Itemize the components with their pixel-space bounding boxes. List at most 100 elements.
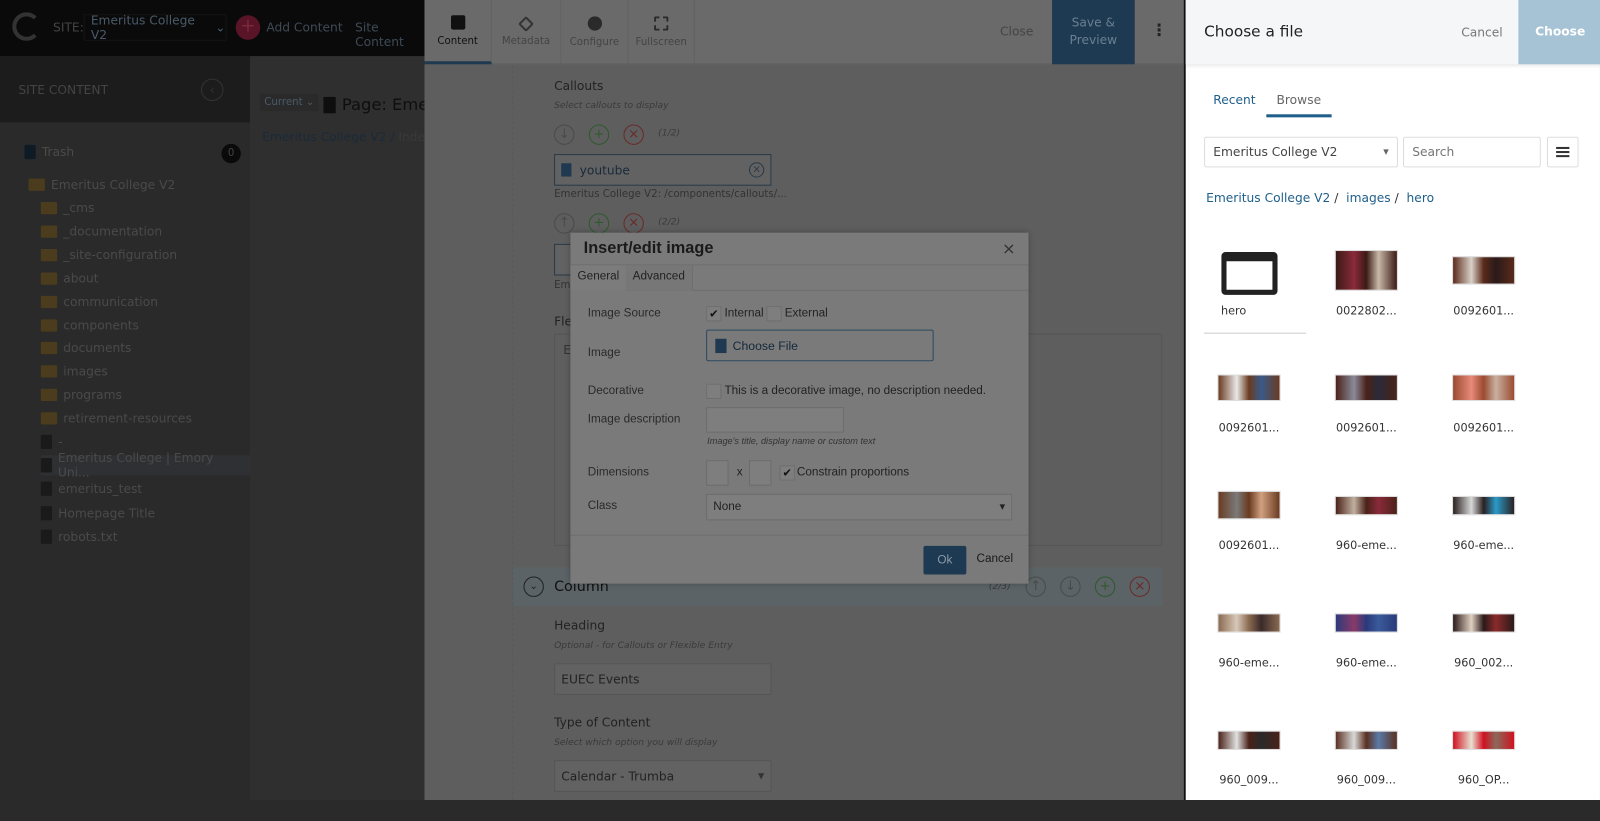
tree-folder[interactable]: programs <box>40 385 122 405</box>
tree-folder[interactable]: _site-configuration <box>40 245 177 265</box>
type-select[interactable]: Calendar - Trumba ▼ <box>554 760 772 792</box>
external-checkbox[interactable] <box>766 306 782 322</box>
choose-button[interactable]: Choose <box>1518 0 1600 65</box>
tree-folder[interactable]: about <box>40 268 99 288</box>
image-thumbnail <box>1452 374 1516 402</box>
tab-advanced[interactable]: Advanced <box>625 265 694 291</box>
decorative-text: This is a decorative image, no descripti… <box>724 384 987 397</box>
site-selector[interactable]: Emeritus College V2 ⌄ <box>83 13 227 42</box>
folder-icon <box>40 365 58 378</box>
internal-checkbox[interactable]: ✔ <box>706 306 722 322</box>
image-thumbnail <box>1452 256 1516 285</box>
collapse-sidebar-button[interactable]: ‹ <box>201 78 224 102</box>
description-label: Image description <box>587 413 681 426</box>
tree-folder[interactable]: _cms <box>40 198 94 218</box>
constrain-checkbox[interactable]: ✔ <box>779 465 795 481</box>
tree-folder[interactable]: communication <box>40 291 158 311</box>
tree-file[interactable]: Homepage Title <box>40 503 155 523</box>
save-preview-button[interactable]: Save & Preview <box>1052 0 1135 65</box>
tab-metadata[interactable]: Metadata <box>492 0 562 65</box>
trash-count-badge: 0 <box>221 143 241 164</box>
chooser-cancel-button[interactable]: Cancel <box>1461 26 1502 40</box>
tree-root[interactable]: Emeritus College V2 <box>28 174 176 194</box>
more-options-icon[interactable]: ⋮ <box>1151 20 1167 39</box>
dropdown-caret-icon: ▼ <box>999 503 1006 512</box>
tree-folder[interactable]: documents <box>40 338 131 358</box>
search-input[interactable] <box>1403 136 1541 168</box>
tab-fullscreen[interactable]: Fullscreen <box>629 0 695 65</box>
gear-icon <box>587 16 602 31</box>
add-icon[interactable]: + <box>588 124 610 145</box>
callouts-hint: Select callouts to display <box>554 101 669 112</box>
logo-icon[interactable] <box>12 12 41 41</box>
tree-folder[interactable]: _documentation <box>40 221 162 241</box>
close-icon[interactable]: × <box>1002 239 1016 258</box>
image-thumbnail <box>1334 730 1398 750</box>
tree-file[interactable]: Emeritus College | Emory Uni... <box>40 451 250 480</box>
move-down-icon[interactable]: ↓ <box>1060 576 1081 597</box>
folder-icon <box>40 225 58 238</box>
add-icon[interactable]: + <box>588 213 610 234</box>
file-name: 960_OP... <box>1457 773 1510 787</box>
version-select[interactable]: Current ⌄ <box>260 93 319 112</box>
remove-icon[interactable]: × <box>623 213 644 234</box>
file-icon <box>40 529 53 544</box>
file-name: 0092601... <box>1453 421 1515 435</box>
image-description-input[interactable] <box>706 407 844 433</box>
tree-file[interactable]: emeritus_test <box>40 479 142 499</box>
list-view-button[interactable] <box>1546 136 1579 168</box>
close-button[interactable]: Close <box>1000 24 1033 38</box>
tree-folder[interactable]: retirement-resources <box>40 408 192 428</box>
height-input[interactable] <box>748 460 772 486</box>
file-icon <box>40 434 53 449</box>
ok-button[interactable]: Ok <box>923 545 967 575</box>
folder-icon <box>40 388 58 402</box>
tab-recent[interactable]: Recent <box>1213 93 1255 107</box>
collapse-icon[interactable]: ⌄ <box>523 576 544 597</box>
tree-file[interactable]: robots.txt <box>40 526 118 546</box>
top-nav-bar: SITE: Emeritus College V2 ⌄ + Add Conten… <box>0 0 425 57</box>
folder-icon <box>40 272 58 285</box>
add-content-button[interactable]: + Add Content <box>235 15 343 40</box>
heading-label: Heading <box>554 618 606 633</box>
internal-label: Internal <box>724 307 764 320</box>
remove-icon[interactable]: × <box>623 124 644 145</box>
remove-item-icon[interactable]: × <box>748 162 765 178</box>
add-icon[interactable]: + <box>1094 576 1116 597</box>
move-down-icon[interactable]: ↓ <box>554 124 575 145</box>
tree-folder[interactable]: components <box>40 315 139 335</box>
heading-input[interactable]: EUEC Events <box>554 663 772 695</box>
image-thumbnail <box>1217 612 1281 633</box>
sidebar: SITE CONTENT ‹ Trash 0 Emeritus College … <box>0 56 250 800</box>
decorative-checkbox[interactable] <box>706 383 722 399</box>
file-name: 960-eme... <box>1335 538 1397 553</box>
tree-file[interactable]: - <box>40 432 63 452</box>
tab-configure[interactable]: Configure <box>561 0 629 65</box>
sidebar-title: SITE CONTENT <box>18 82 109 97</box>
callout-item[interactable]: youtube × <box>554 154 772 186</box>
tab-general[interactable]: General <box>570 265 628 291</box>
move-up-icon[interactable]: ↑ <box>554 213 575 234</box>
page-title: Page: Emer <box>341 94 436 115</box>
class-select[interactable]: None ▼ <box>706 493 1013 521</box>
tab-content[interactable]: Content <box>424 0 492 65</box>
file-icon <box>40 482 53 497</box>
choose-file-button[interactable]: Choose File <box>706 329 934 362</box>
tab-browse[interactable]: Browse <box>1266 93 1332 118</box>
file-name: hero <box>1221 304 1247 318</box>
editor-tabs: Content Metadata Configure Fullscreen Cl… <box>424 0 1184 65</box>
trash-item[interactable]: Trash <box>24 142 74 162</box>
cancel-button[interactable]: Cancel <box>977 553 1014 565</box>
site-select[interactable]: Emeritus College V2 ▼ <box>1204 136 1398 168</box>
site-content-link[interactable]: Site Content <box>355 20 424 49</box>
sidebar-header: SITE CONTENT ‹ <box>0 56 250 123</box>
selected-underline <box>1204 332 1307 334</box>
tree-folder[interactable]: images <box>40 362 108 382</box>
breadcrumb: Emeritus College V2 / Index <box>262 129 433 144</box>
dialog-tabs: General Advanced <box>570 265 1029 291</box>
remove-icon[interactable]: × <box>1129 576 1150 597</box>
dialog-header: Insert/edit image × <box>570 233 1029 266</box>
file-name: 960_009... <box>1336 773 1396 787</box>
width-input[interactable] <box>706 460 729 486</box>
folder-icon <box>40 318 58 332</box>
